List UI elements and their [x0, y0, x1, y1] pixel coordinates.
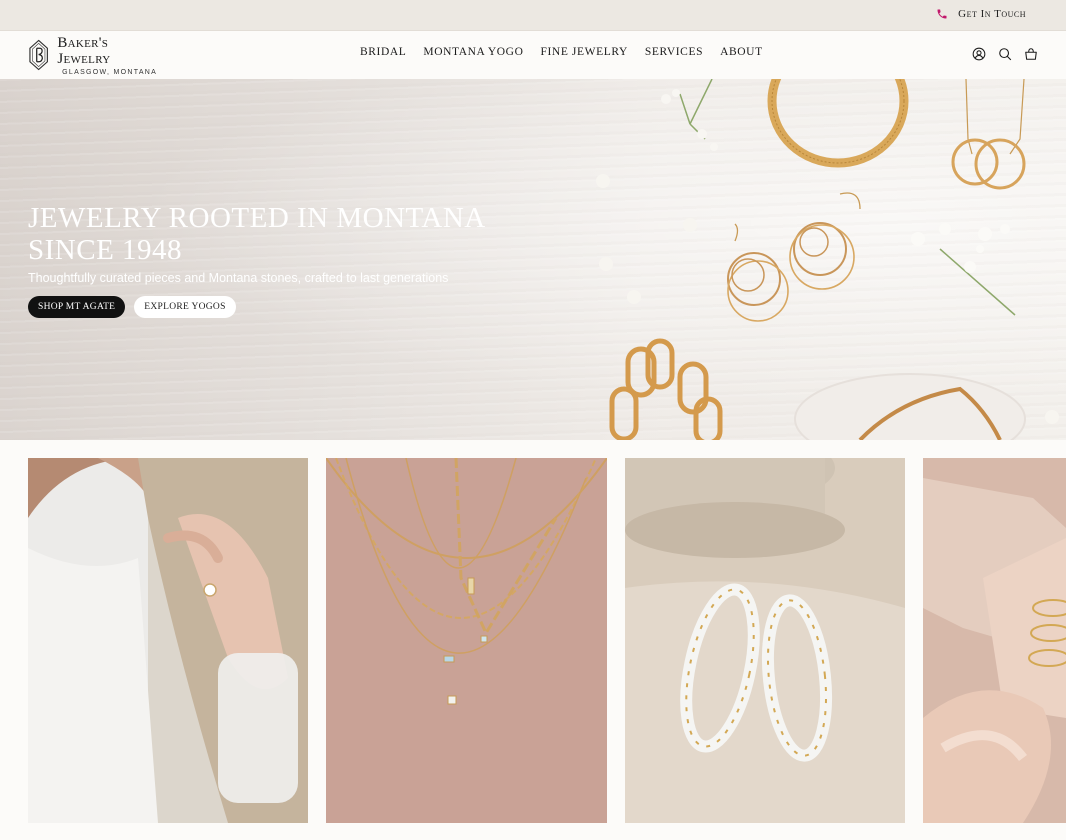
bridal-collection-tile[interactable] [28, 458, 308, 823]
gift-boxes-rings-image [923, 458, 1066, 823]
hero-banner: JEWELRY ROOTED IN MONTANA SINCE 1948 Tho… [0, 79, 1066, 440]
hero-buttons: SHOP MT AGATE EXPLORE YOGOS [28, 296, 236, 318]
shop-mt-agate-button[interactable]: SHOP MT AGATE [28, 296, 126, 318]
main-nav: BRIDAL MONTANA YOGO FINE JEWELRY SERVICE… [360, 46, 763, 58]
logo-emblem-icon [29, 39, 48, 71]
get-in-touch-label: Get In Touch [958, 8, 1026, 20]
necklace-collection-tile[interactable] [326, 458, 607, 823]
search-icon[interactable] [998, 47, 1012, 61]
site-header: Baker's Jewelry GLASGOW, MONTANA BRIDAL … [0, 31, 1066, 79]
nav-item-about[interactable]: ABOUT [720, 46, 763, 58]
account-icon[interactable] [972, 47, 986, 61]
header-icons [972, 47, 1038, 61]
hero-title: JEWELRY ROOTED IN MONTANA SINCE 1948 [28, 202, 485, 266]
nav-item-fine-jewelry[interactable]: FINE JEWELRY [541, 46, 628, 58]
layered-necklaces-image [326, 458, 607, 823]
hero-subtitle: Thoughtfully curated pieces and Montana … [28, 271, 449, 285]
nav-item-bridal[interactable]: BRIDAL [360, 46, 406, 58]
gift-collection-tile[interactable] [923, 458, 1066, 823]
nav-item-services[interactable]: SERVICES [645, 46, 703, 58]
logo-name: Baker's Jewelry [57, 34, 111, 67]
earrings-collection-tile[interactable] [625, 458, 905, 823]
announcement-bar: Get In Touch [0, 0, 1066, 31]
bridal-ring-image [28, 458, 308, 823]
site-logo[interactable]: Baker's Jewelry GLASGOW, MONTANA [28, 34, 162, 76]
diamond-hoop-earrings-image [625, 458, 905, 823]
explore-yogos-button[interactable]: EXPLORE YOGOS [134, 296, 236, 318]
phone-icon [937, 9, 947, 19]
cart-icon[interactable] [1024, 47, 1038, 61]
get-in-touch-link[interactable]: Get In Touch [936, 8, 1026, 20]
logo-location: GLASGOW, MONTANA [62, 68, 158, 76]
nav-item-montana-yogo[interactable]: MONTANA YOGO [423, 46, 523, 58]
